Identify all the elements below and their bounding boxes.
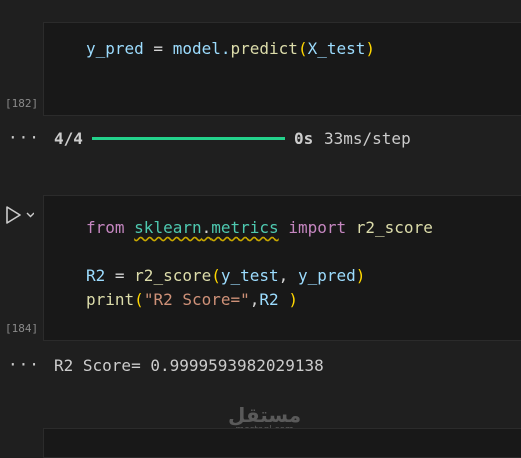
token-paren: ( [297, 39, 308, 58]
code-cell-3-editor[interactable] [43, 428, 521, 458]
progress-step: 4/4 [54, 129, 83, 148]
play-icon[interactable] [4, 206, 35, 224]
execution-count: [182] [5, 97, 39, 110]
token-paren: ) [288, 290, 298, 309]
progress-bar-fill [92, 137, 285, 140]
execution-count: [184] [5, 322, 39, 335]
code-line: R2 = r2_score(y_test, y_pred) [86, 264, 365, 288]
token-dot: . [201, 218, 212, 237]
more-horizontal-icon[interactable]: ··· [8, 128, 40, 147]
token-function: print [86, 290, 135, 309]
more-horizontal-icon[interactable]: ··· [8, 355, 40, 374]
token-module: sklearn [134, 218, 202, 237]
token-operator: = [143, 39, 173, 58]
token-comma: , [249, 290, 260, 309]
token-variable: R2 [259, 290, 279, 309]
token-paren: ( [134, 290, 144, 309]
code-line: y_pred = model.predict(X_test) [86, 37, 375, 61]
token-comma: , [278, 266, 298, 285]
token-paren: ) [365, 39, 376, 58]
code-cell-1-editor[interactable]: y_pred = model.predict(X_test) [43, 22, 521, 116]
cell-output-text: R2 Score= 0.9999593982029138 [54, 356, 324, 375]
code-cell-2-editor[interactable]: from sklearn.metrics import r2_score R2 … [43, 195, 521, 341]
token-keyword: from [86, 218, 125, 237]
run-cell-button[interactable] [4, 206, 35, 224]
token-paren: ) [355, 266, 366, 285]
token-argument: y_pred [297, 266, 356, 285]
token-function: r2_score [355, 218, 433, 237]
token-module: metrics [211, 218, 279, 237]
token-paren: ( [211, 266, 221, 285]
code-line: print("R2 Score=",R2 ) [86, 288, 298, 312]
lint-warning[interactable]: sklearn.metrics [134, 218, 279, 237]
code-line: from sklearn.metrics import r2_score [86, 216, 433, 240]
token-string: "R2 Score=" [143, 290, 250, 309]
chevron-down-icon [26, 212, 35, 218]
progress-time: 0s [294, 129, 314, 148]
token-function: predict [230, 39, 298, 58]
token-operator: = [105, 266, 135, 285]
progress-rate: 33ms/step [324, 129, 411, 148]
token-variable: R2 [86, 266, 106, 285]
progress-bar [92, 137, 285, 140]
token-object: model. [172, 39, 231, 58]
watermark-arabic: مستقل [228, 403, 302, 427]
token-argument: X_test [307, 39, 366, 58]
token-argument: y_test [220, 266, 279, 285]
token-keyword: import [288, 218, 347, 237]
token-variable: y_pred [86, 39, 144, 58]
token-function: r2_score [134, 266, 212, 285]
